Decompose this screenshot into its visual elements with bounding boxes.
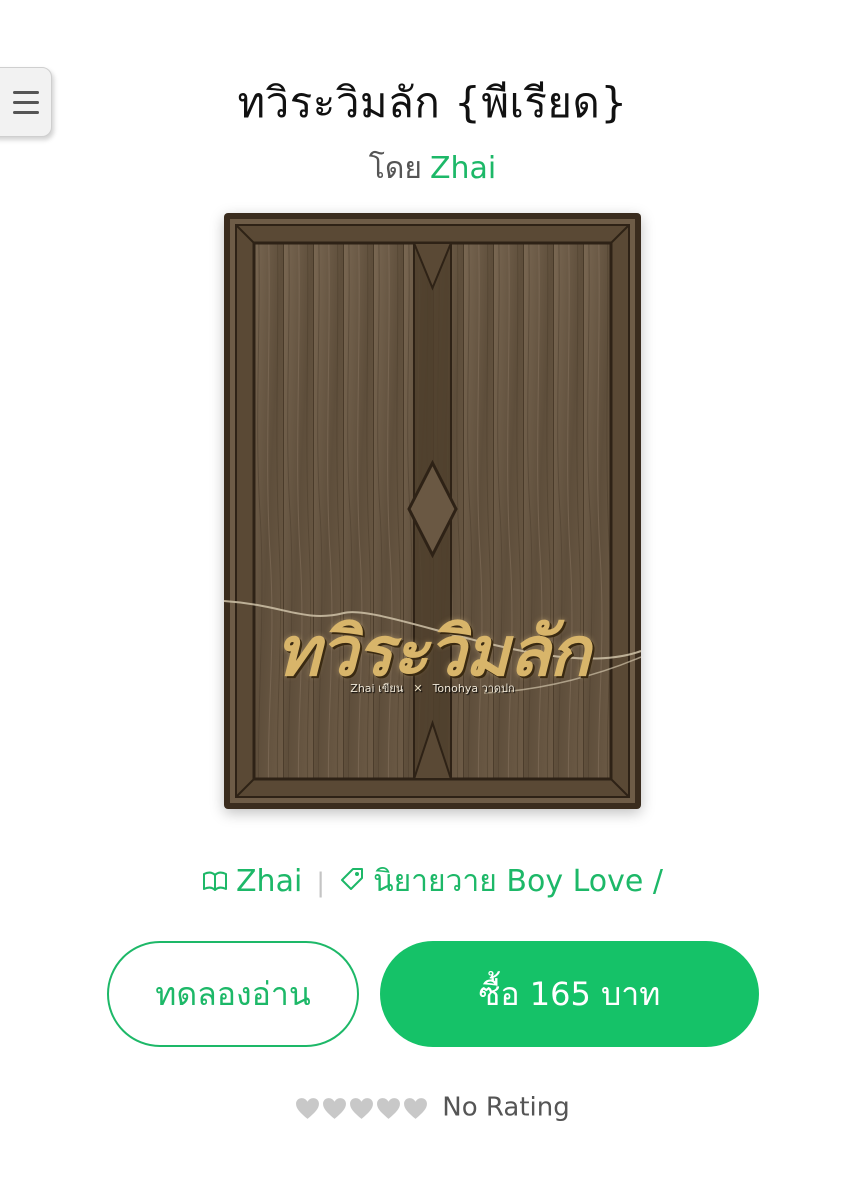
writer-link[interactable]: Zhai	[236, 864, 302, 899]
category-link[interactable]: นิยายวาย Boy Love /	[373, 864, 663, 899]
by-label: โดย	[368, 151, 422, 186]
author-line: โดย Zhai	[0, 145, 865, 192]
cover-artwork	[224, 213, 641, 809]
author-link[interactable]: Zhai	[430, 151, 496, 186]
trial-read-button[interactable]: ทดลองอ่าน	[107, 941, 359, 1047]
cover-credit-artist: Tonohya วาดปก	[432, 682, 515, 695]
rating-label: No Rating	[442, 1092, 570, 1123]
rating: No Rating	[0, 1092, 865, 1123]
cover-credit-writer: Zhai เขียน	[350, 682, 404, 695]
heart-icon	[350, 1097, 374, 1119]
tag-icon	[339, 865, 365, 900]
heart-icon	[377, 1097, 401, 1119]
book-meta: Zhai | นิยายวาย Boy Love /	[0, 858, 865, 905]
heart-icon	[323, 1097, 347, 1119]
heart-icon	[404, 1097, 428, 1119]
book-open-icon	[202, 865, 228, 900]
meta-separator: |	[316, 868, 326, 898]
rating-hearts	[295, 1093, 430, 1123]
book-title: ทวิระวิมลัก {พีเรียด}	[237, 78, 628, 127]
cross-ornament-icon: ✕	[413, 682, 423, 695]
buy-button[interactable]: ซื้อ 165 บาท	[380, 941, 759, 1047]
book-detail-page: ทวิระวิมลัก {พีเรียด} โดย Zhai ทวิระวิมล…	[0, 0, 865, 1200]
heart-icon	[296, 1097, 320, 1119]
cover-credits: Zhai เขียน ✕ Tonohya วาดปก	[224, 679, 641, 697]
book-cover[interactable]: ทวิระวิมลัก Zhai เขียน ✕ Tonohya วาดปก	[224, 213, 641, 809]
